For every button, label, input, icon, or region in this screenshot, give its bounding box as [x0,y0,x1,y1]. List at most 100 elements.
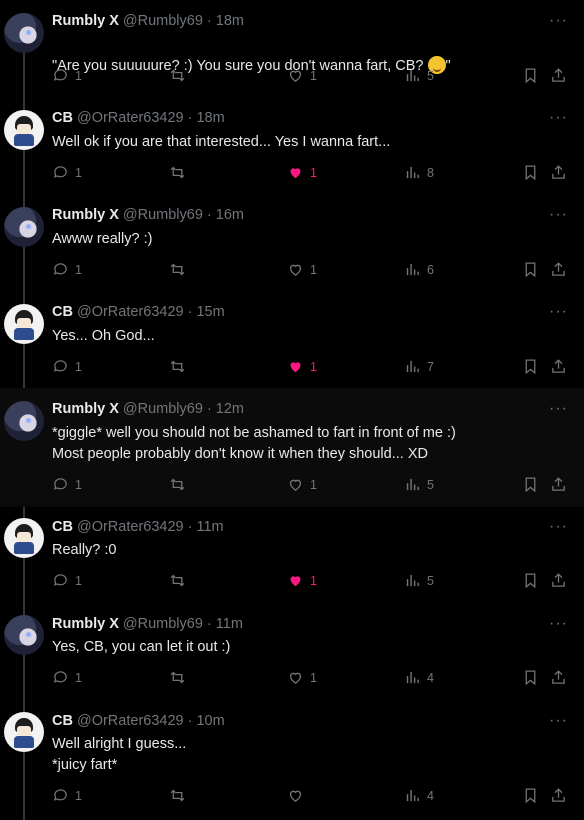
avatar[interactable] [4,401,44,441]
timestamp[interactable]: 18m [196,110,224,126]
display-name[interactable]: CB [52,110,73,126]
timestamp[interactable]: 12m [216,401,244,417]
views-button[interactable]: 5 [404,572,434,589]
views-button[interactable]: 8 [404,164,434,181]
like-count: 1 [310,359,317,374]
display-name[interactable]: Rumbly X [52,13,119,29]
tweet[interactable]: Rumbly X @Rumbly69 · 11m ··· Yes, CB, yo… [0,604,584,701]
reply-button[interactable]: 1 [52,669,82,686]
share-button[interactable] [550,572,567,589]
timestamp[interactable]: 11m [196,519,223,535]
user-handle[interactable]: @OrRater63429 [77,713,184,729]
more-options-icon[interactable]: ··· [549,518,568,536]
bookmark-button[interactable] [522,572,539,589]
repost-button[interactable] [169,261,186,278]
tweet[interactable]: Rumbly X @Rumbly69 · 12m ··· *giggle* we… [0,388,584,507]
avatar-eye [26,418,31,423]
timestamp[interactable]: 18m [216,13,244,29]
like-button[interactable]: 1 [287,669,317,686]
repost-button[interactable] [169,476,186,493]
user-handle[interactable]: @Rumbly69 [123,401,203,417]
share-button[interactable] [550,476,567,493]
dot-separator: · [183,110,197,126]
reply-button[interactable]: 1 [52,261,82,278]
user-handle[interactable]: @OrRater63429 [77,519,184,535]
views-button[interactable]: 6 [404,261,434,278]
like-button[interactable]: 1 [287,67,317,84]
repost-button[interactable] [169,572,186,589]
repost-button[interactable] [169,67,186,84]
reply-button[interactable]: 1 [52,164,82,181]
tweet[interactable]: CB @OrRater63429 · 11m ··· Really? :0 1 … [0,507,584,604]
more-options-icon[interactable]: ··· [549,400,568,418]
user-handle[interactable]: @Rumbly69 [123,13,203,29]
more-options-icon[interactable]: ··· [549,12,568,30]
avatar[interactable] [4,518,44,558]
repost-button[interactable] [169,164,186,181]
share-button[interactable] [550,164,567,181]
share-button[interactable] [550,358,567,375]
repost-button[interactable] [169,358,186,375]
reply-button[interactable]: 1 [52,67,82,84]
views-button[interactable]: 5 [404,476,434,493]
tweet[interactable]: CB @OrRater63429 · 10m ··· Well alright … [0,701,584,820]
user-handle[interactable]: @OrRater63429 [77,304,184,320]
display-name[interactable]: CB [52,519,73,535]
reply-button[interactable]: 1 [52,572,82,589]
repost-button[interactable] [169,669,186,686]
avatar[interactable] [4,304,44,344]
display-name[interactable]: Rumbly X [52,616,119,632]
display-name[interactable]: CB [52,304,73,320]
like-button[interactable]: 1 [287,476,317,493]
bookmark-button[interactable] [522,476,539,493]
tweet-text: Really? :0 [52,542,117,558]
more-options-icon[interactable]: ··· [549,109,568,127]
share-button[interactable] [550,669,567,686]
like-button[interactable]: 1 [287,358,317,375]
views-button[interactable]: 7 [404,358,434,375]
tweet[interactable]: Rumbly X @Rumbly69 · 16m ··· Awww really… [0,194,584,291]
bookmark-button[interactable] [522,261,539,278]
bookmark-button[interactable] [522,164,539,181]
like-button[interactable]: 1 [287,261,317,278]
tweet[interactable]: Rumbly X @Rumbly69 · 18m ··· "Are you su… [0,0,584,97]
bookmark-button[interactable] [522,67,539,84]
user-handle[interactable]: @Rumbly69 [123,616,203,632]
views-button[interactable]: 4 [404,787,434,804]
avatar[interactable] [4,13,44,53]
reply-button[interactable]: 1 [52,358,82,375]
views-button[interactable]: 4 [404,669,434,686]
avatar[interactable] [4,615,44,655]
share-button[interactable] [550,261,567,278]
like-button[interactable]: 1 [287,572,317,589]
user-handle[interactable]: @OrRater63429 [77,110,184,126]
timestamp[interactable]: 15m [196,304,224,320]
like-button[interactable]: 1 [287,164,317,181]
share-button[interactable] [550,787,567,804]
avatar[interactable] [4,207,44,247]
display-name[interactable]: CB [52,713,73,729]
avatar[interactable] [4,110,44,150]
more-options-icon[interactable]: ··· [549,712,568,730]
more-options-icon[interactable]: ··· [549,615,568,633]
like-button[interactable] [287,787,310,804]
reply-button[interactable]: 1 [52,787,82,804]
avatar[interactable] [4,712,44,752]
repost-button[interactable] [169,787,186,804]
user-handle[interactable]: @Rumbly69 [123,207,203,223]
bookmark-button[interactable] [522,669,539,686]
timestamp[interactable]: 10m [196,713,224,729]
more-options-icon[interactable]: ··· [549,206,568,224]
tweet[interactable]: CB @OrRater63429 · 15m ··· Yes... Oh God… [0,291,584,388]
bookmark-button[interactable] [522,787,539,804]
reply-button[interactable]: 1 [52,476,82,493]
timestamp[interactable]: 16m [216,207,244,223]
share-button[interactable] [550,67,567,84]
bookmark-button[interactable] [522,358,539,375]
tweet[interactable]: CB @OrRater63429 · 18m ··· Well ok if yo… [0,97,584,194]
display-name[interactable]: Rumbly X [52,207,119,223]
timestamp[interactable]: 11m [216,616,243,632]
views-button[interactable]: 5 [404,67,434,84]
more-options-icon[interactable]: ··· [549,303,568,321]
display-name[interactable]: Rumbly X [52,401,119,417]
